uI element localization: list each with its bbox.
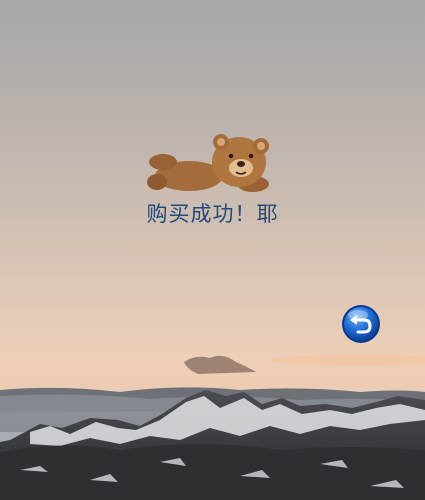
undo-arrow-icon [342, 305, 380, 343]
back-button[interactable] [341, 304, 381, 344]
teddy-bear-icon [147, 134, 269, 192]
purchase-success-message: 购买成功！耶 [146, 202, 279, 226]
purchase-success-screen: 购买成功！耶 [0, 0, 425, 500]
mountain-sky-background [0, 300, 425, 500]
